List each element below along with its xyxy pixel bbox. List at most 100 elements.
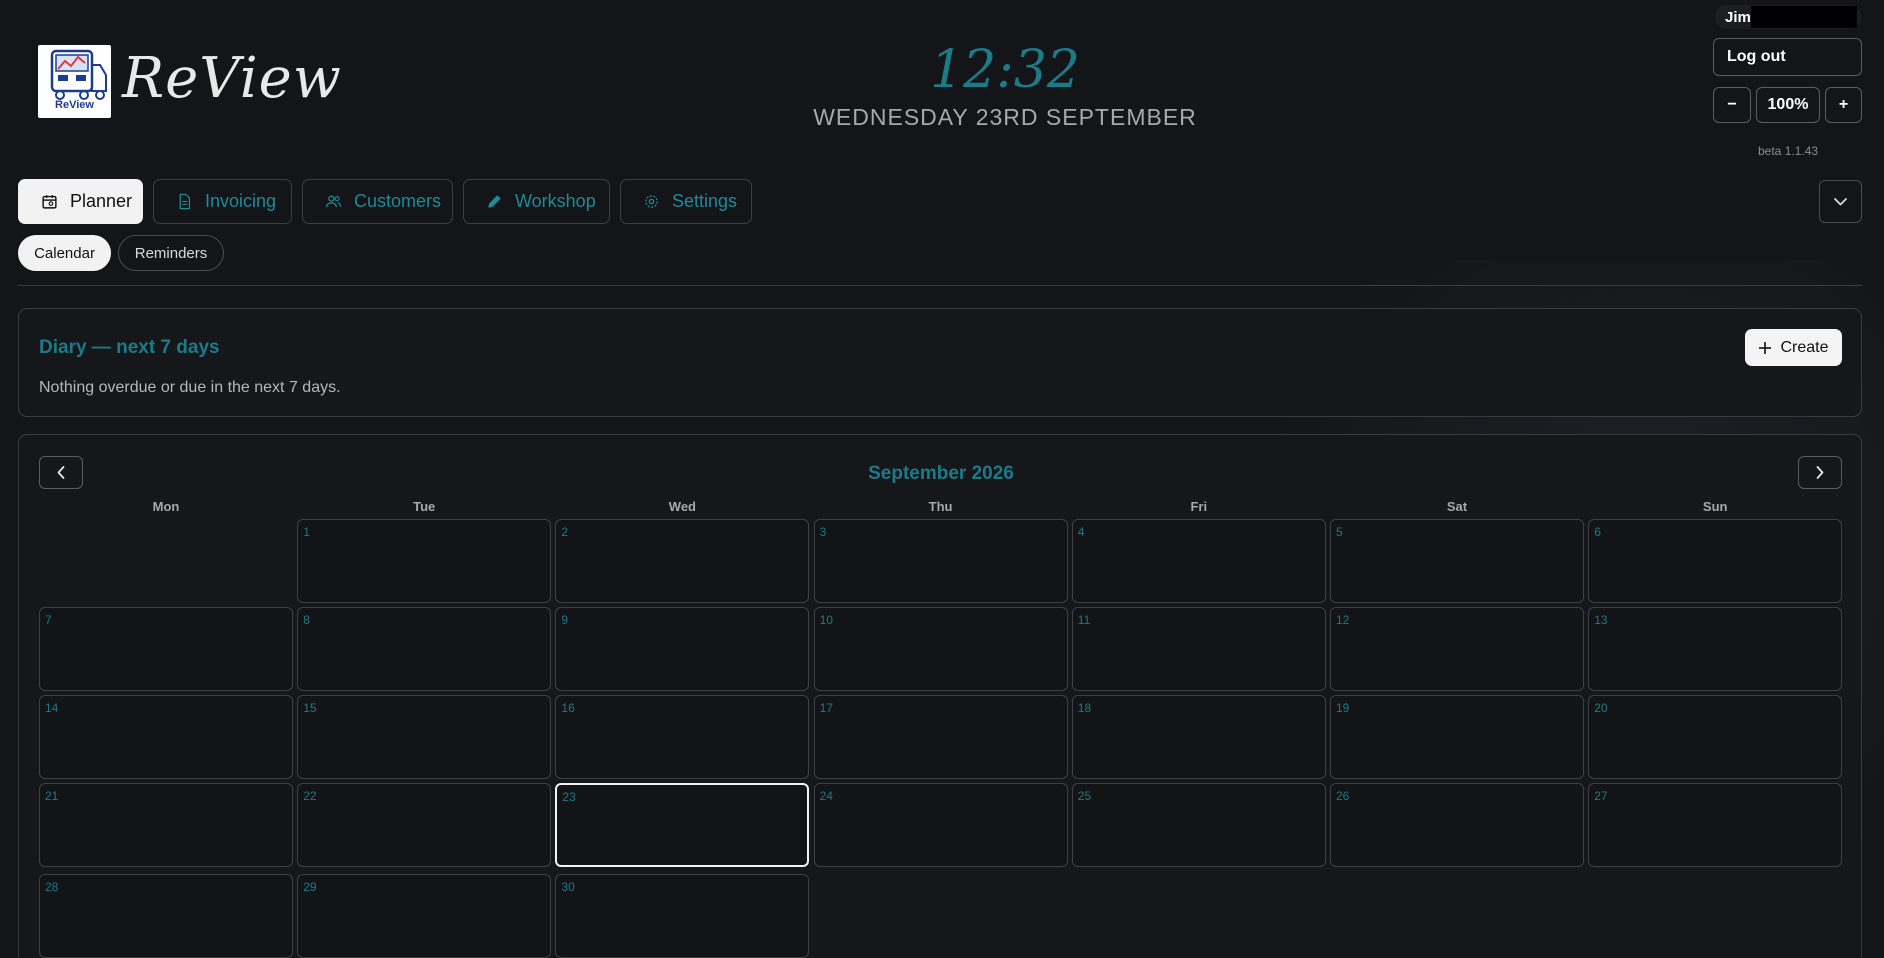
month-title: September 2026	[868, 463, 1014, 484]
gear-icon	[645, 195, 658, 208]
day-number: 20	[1594, 701, 1608, 715]
next-month-button[interactable]	[1798, 456, 1842, 489]
tab-customers[interactable]: Customers	[302, 179, 453, 224]
calendar-day[interactable]: 25	[1071, 783, 1326, 867]
calendar-day[interactable]: 4	[1071, 519, 1326, 603]
calendar-day[interactable]: 26	[1330, 783, 1584, 867]
calendar-day[interactable]: 13	[1588, 607, 1843, 691]
document-icon	[179, 193, 191, 210]
day-number: 22	[303, 789, 317, 803]
weekday-header: Sun	[1702, 499, 1728, 514]
tab-label: Settings	[672, 191, 738, 211]
calendar-day[interactable]: 21	[39, 783, 293, 867]
tab-invoicing[interactable]: Invoicing	[153, 179, 292, 224]
weekday-header: Mon	[152, 499, 180, 514]
day-number: 25	[1077, 789, 1092, 803]
zoom-level-display[interactable]: 100%	[1756, 87, 1820, 123]
weekday-header: Thu	[928, 499, 953, 514]
current-date: WEDNESDAY 23RD SEPTEMBER	[813, 104, 1197, 130]
diary-message: Nothing overdue or due in the next 7 day…	[39, 379, 341, 396]
section-divider	[18, 285, 1862, 286]
calendar-day[interactable]: 2	[555, 519, 810, 603]
day-number: 6	[1594, 525, 1601, 539]
chevron-down-icon	[1834, 198, 1847, 206]
calendar-day[interactable]: 12	[1330, 607, 1584, 691]
users-icon	[325, 195, 342, 208]
tab-settings[interactable]: Settings	[620, 179, 752, 224]
redacted-block	[1751, 6, 1857, 28]
day-number: 10	[819, 613, 833, 627]
tab-workshop[interactable]: Workshop	[463, 179, 610, 224]
calendar-day[interactable]: 3	[813, 519, 1068, 603]
day-number: 5	[1336, 525, 1343, 539]
calendar-day[interactable]: 6	[1588, 519, 1843, 603]
calendar-day[interactable]: 1	[297, 519, 552, 603]
calendar-day[interactable]: 10	[813, 607, 1068, 691]
day-number: 24	[819, 789, 833, 803]
calendar-day[interactable]: 8	[297, 607, 552, 691]
clock-time: 12:32	[930, 40, 1080, 100]
zoom-in-button[interactable]: +	[1825, 87, 1862, 123]
pencil-icon	[488, 195, 501, 208]
logout-button[interactable]: Log out	[1713, 38, 1862, 76]
collapse-header-button[interactable]	[1819, 180, 1862, 223]
day-number: 29	[303, 880, 317, 894]
zoom-out-button[interactable]: −	[1713, 87, 1751, 123]
calendar-day[interactable]: 9	[555, 607, 810, 691]
day-number: 13	[1594, 613, 1608, 627]
day-number: 15	[303, 701, 317, 715]
version-label: beta 1.1.43	[1758, 144, 1819, 158]
day-number: 17	[819, 701, 833, 715]
day-number: 3	[819, 525, 827, 539]
calendar-day[interactable]: 19	[1330, 695, 1584, 779]
diary-title: Diary — next 7 days	[39, 337, 220, 358]
day-number: 7	[45, 613, 52, 627]
tab-label: Planner	[70, 191, 133, 211]
calendar-day[interactable]: 24	[813, 783, 1068, 867]
chevron-right-icon	[1816, 466, 1824, 479]
tab-label: Customers	[354, 191, 442, 211]
day-number: 9	[561, 613, 569, 627]
day-number: 8	[303, 613, 310, 627]
user-badge: Jim	[1715, 5, 1861, 29]
day-number: 19	[1336, 701, 1350, 715]
create-label: Create	[1780, 338, 1829, 356]
subtab-calendar[interactable]: Calendar	[18, 235, 111, 271]
calendar-day[interactable]: 14	[39, 695, 293, 779]
calendar-card: September 2026 Mon Tue Wed Thu Fri Sat Sun 1 2 3 4…	[18, 434, 1862, 958]
subtab-reminders[interactable]: Reminders	[118, 235, 224, 271]
calendar-day[interactable]: 22	[297, 783, 552, 867]
calendar-day[interactable]: 28	[39, 874, 293, 958]
day-number: 2	[561, 525, 569, 539]
day-number: 12	[1336, 613, 1350, 627]
calendar-day[interactable]: 5	[1330, 519, 1584, 603]
user-name: Jim	[1725, 9, 1751, 26]
weekday-header: Wed	[668, 499, 696, 514]
calendar-day[interactable]: 16	[555, 695, 810, 779]
day-number: 28	[45, 880, 59, 894]
tab-label: Invoicing	[205, 191, 277, 211]
day-number: 21	[45, 789, 59, 803]
calendar-day[interactable]: 29	[297, 874, 552, 958]
tab-label: Workshop	[515, 191, 596, 211]
calendar-day[interactable]: 27	[1588, 783, 1843, 867]
calendar-day[interactable]: 18	[1071, 695, 1326, 779]
day-number: 11	[1077, 613, 1091, 627]
calendar-icon	[42, 195, 57, 209]
day-number: 26	[1336, 789, 1350, 803]
calendar-day-today[interactable]: 23	[555, 783, 810, 867]
calendar-day[interactable]: 11	[1071, 607, 1326, 691]
day-number: 16	[561, 701, 575, 715]
day-number: 27	[1594, 789, 1608, 803]
calendar-day[interactable]: 30	[555, 874, 810, 958]
calendar-day[interactable]: 20	[1588, 695, 1843, 779]
create-button[interactable]: Create	[1745, 329, 1842, 366]
calendar-day[interactable]: 15	[297, 695, 552, 779]
weekday-header: Tue	[413, 499, 436, 514]
plus-icon	[1759, 341, 1772, 354]
weekday-header: Fri	[1190, 499, 1208, 514]
calendar-day[interactable]: 7	[39, 607, 293, 691]
tab-planner[interactable]: Planner	[18, 179, 143, 224]
calendar-day[interactable]: 17	[813, 695, 1068, 779]
day-number: 14	[45, 701, 59, 715]
